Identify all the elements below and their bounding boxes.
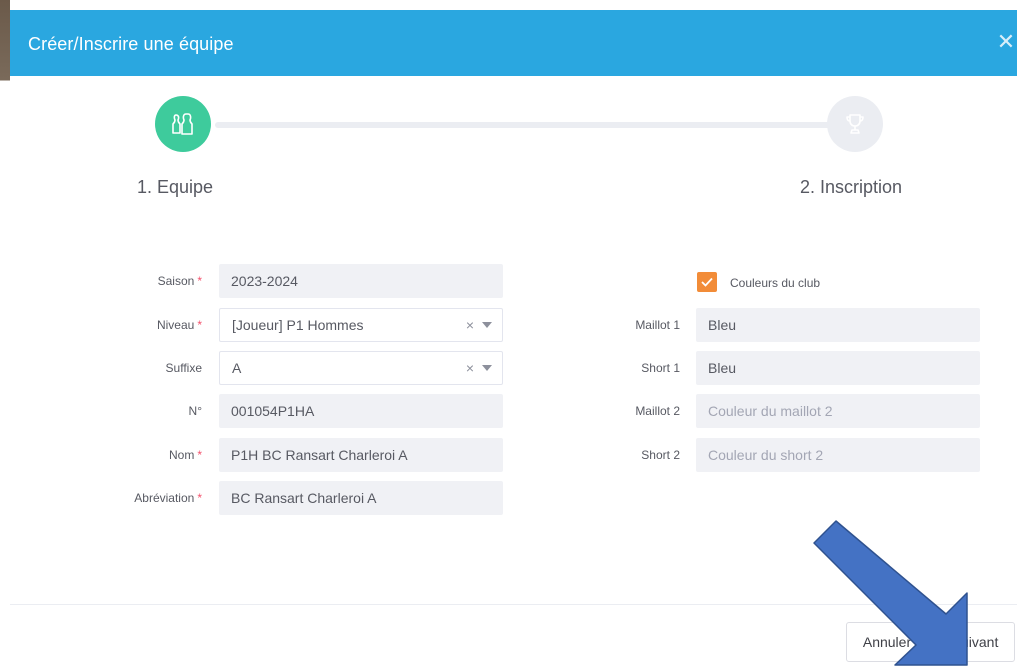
annotation-arrow-icon [813,520,968,666]
